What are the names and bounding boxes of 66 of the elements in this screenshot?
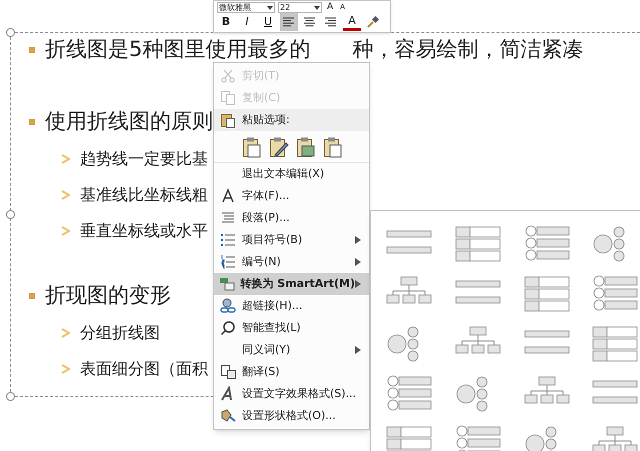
bullet-text: 折线图是5种图里使用最多的 — [45, 36, 310, 64]
font-size-field[interactable]: 22 — [278, 2, 322, 12]
translate-icon — [220, 364, 236, 380]
paintbrush-icon — [367, 16, 379, 28]
bullet-icon — [29, 47, 35, 53]
menu-item[interactable]: 段落(P)... — [214, 207, 369, 229]
paste-options-header: 粘贴选项: — [214, 109, 369, 131]
bullet-icon — [29, 293, 35, 299]
bullet-text: 使用折线图的原则 — [45, 108, 213, 136]
bullet-list-icon — [220, 232, 236, 248]
chevron-bullet-icon — [61, 328, 70, 338]
chevron-bullet-icon — [61, 190, 70, 200]
sub-bullet-text: 分组折线图 — [80, 322, 160, 344]
bullet-text: 折现图的变形 — [45, 282, 171, 310]
sub-bullet-text: 基准线比坐标线粗 — [80, 184, 208, 206]
align-lines-icon — [283, 17, 295, 27]
submenu-caret-icon — [355, 346, 361, 354]
menu-item[interactable]: 翻译(S) — [214, 361, 369, 383]
font-name-field[interactable]: 微软雅黑 — [217, 2, 275, 12]
dropdown-caret-icon — [314, 4, 320, 10]
paste-merge-format-icon[interactable] — [269, 136, 289, 158]
submenu-caret-icon — [355, 280, 361, 288]
resize-handle[interactable] — [6, 210, 15, 219]
grow-font-button[interactable]: A — [325, 2, 336, 12]
menu-item[interactable]: 编号(N) — [214, 251, 369, 273]
dropdown-caret-icon — [267, 4, 273, 10]
letter-a-icon — [220, 188, 236, 204]
submenu-caret-icon — [355, 258, 361, 266]
chevron-bullet-icon — [61, 226, 70, 236]
menu-item[interactable]: 项目符号(B) — [214, 229, 369, 251]
copy-icon — [220, 90, 236, 106]
sub-bullet-text: 表面细分图（面积 — [80, 358, 208, 380]
submenu-caret-icon — [355, 236, 361, 244]
bullet-icon — [29, 119, 35, 125]
resize-handle[interactable] — [6, 392, 15, 401]
paste-text-only-icon[interactable] — [323, 136, 343, 158]
shape-format-icon — [220, 408, 236, 424]
menu-item[interactable]: 同义词(Y) — [214, 339, 369, 361]
chevron-bullet-icon — [61, 364, 70, 374]
menu-item[interactable]: 退出文本编辑(X) — [214, 163, 369, 185]
chevron-bullet-icon — [61, 154, 70, 164]
clipboard-icon — [220, 112, 236, 128]
paste-picture-icon[interactable] — [296, 136, 316, 158]
menu-item[interactable]: 智能查找(L) — [214, 317, 369, 339]
resize-handle[interactable] — [6, 28, 15, 37]
bullet-text: 种，容易绘制，简洁紧凑 — [352, 36, 584, 64]
align-left-button[interactable] — [280, 13, 298, 31]
align-lines-icon — [325, 17, 337, 27]
smartart-icon — [219, 276, 236, 292]
menu-item[interactable]: 字体(F)... — [214, 185, 369, 207]
font-color-button[interactable]: A — [343, 13, 361, 31]
scissors-icon — [220, 68, 236, 84]
sub-bullet-text: 垂直坐标线或水平 — [80, 220, 208, 242]
numbered-list-icon — [220, 254, 236, 270]
sub-bullet-text: 趋势线一定要比基 — [80, 148, 208, 170]
link-icon — [220, 298, 236, 314]
underline-button[interactable]: U — [259, 13, 277, 31]
bold-button[interactable]: B — [217, 13, 235, 31]
menu-item[interactable]: 超链接(H)... — [214, 295, 369, 317]
menu-item[interactable]: 设置形状格式(O)... — [214, 405, 369, 427]
menu-item[interactable]: 转换为 SmartArt(M) — [214, 273, 369, 295]
menu-item[interactable]: 设置文字效果格式(S)... — [214, 383, 369, 405]
search-icon — [220, 320, 236, 336]
italic-button[interactable]: I — [238, 13, 256, 31]
align-lines-icon — [304, 17, 316, 27]
paste-keep-format-icon[interactable] — [242, 136, 262, 158]
